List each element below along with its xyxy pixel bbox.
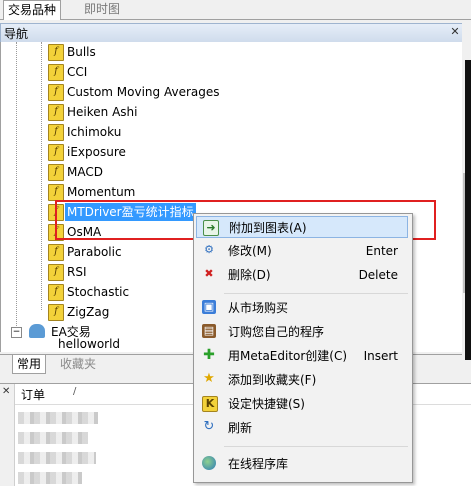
plus-icon: ✚ — [203, 347, 215, 363]
gear-icon: ⚙ — [204, 243, 214, 256]
navigator-title: 导航 — [4, 27, 29, 41]
menu-item-label: 从市场购买 — [228, 301, 289, 315]
ea-label: helloworld — [58, 337, 121, 351]
attach-to-chart-icon: ➜ — [203, 220, 219, 236]
indicator-label: Momentum — [67, 185, 136, 199]
tree-guide-line — [16, 42, 17, 338]
indicator-f-icon: f — [48, 84, 64, 101]
indicator-f-icon: f — [48, 244, 64, 261]
menu-separator — [224, 293, 408, 294]
top-tab-bar: 交易品种 即时图 — [0, 0, 471, 20]
indicator-f-icon: f — [48, 144, 64, 161]
ea-hat-icon — [29, 324, 45, 338]
orders-column-title[interactable]: 订单 — [21, 386, 45, 403]
order-row-blurred — [18, 412, 98, 424]
menu-item-label: 在线程序库 — [228, 457, 289, 471]
tree-guide-line — [41, 42, 42, 310]
indicator-label: Heiken Ashi — [67, 105, 138, 119]
indicator-f-icon: f — [48, 264, 64, 281]
indicator-f-icon: f — [48, 104, 64, 121]
menu-item-buy-from-market[interactable]: ▣ 从市场购买 — [196, 297, 408, 319]
menu-item-shortcut: Insert — [363, 349, 398, 363]
indicator-f-icon: f — [48, 184, 64, 201]
sort-indicator: / — [73, 386, 77, 397]
order-row-blurred — [18, 432, 88, 444]
menu-item-label: 设定快捷键(S) — [228, 397, 305, 411]
menu-item-order-program[interactable]: ▤ 订购您自己的程序 — [196, 321, 408, 343]
indicator-label: RSI — [67, 265, 87, 279]
indicator-label: Bulls — [67, 45, 96, 59]
menu-item-shortcut: Enter — [365, 244, 398, 258]
indicator-label: MACD — [67, 165, 103, 179]
tab-tick-chart[interactable]: 即时图 — [80, 0, 124, 18]
menu-item-delete[interactable]: ✖ 删除(D) Delete — [196, 264, 408, 286]
menu-item-shortcut: Delete — [358, 268, 398, 282]
close-icon[interactable]: ✕ — [449, 26, 461, 38]
tab-common[interactable]: 常用 — [12, 355, 47, 374]
indicator-f-icon: f — [48, 304, 64, 321]
indicator-f-icon: f — [48, 64, 64, 81]
menu-item-label: 修改(M) — [228, 244, 272, 258]
indicator-f-icon: f — [48, 164, 64, 181]
refresh-icon: ↻ — [203, 419, 215, 434]
indicator-label: iExposure — [67, 145, 126, 159]
menu-item-set-hotkey[interactable]: K 设定快捷键(S) — [196, 393, 408, 415]
briefcase-icon: ▤ — [202, 324, 216, 338]
menu-item-add-to-favorites[interactable]: ★ 添加到收藏夹(F) — [196, 369, 408, 391]
menu-separator — [224, 446, 408, 447]
indicator-f-icon: f — [48, 284, 64, 301]
menu-item-label: 附加到图表(A) — [229, 221, 307, 235]
market-bag-icon: ▣ — [202, 300, 216, 314]
menu-item-refresh[interactable]: ↻ 刷新 — [196, 417, 408, 439]
chart-edge — [465, 60, 471, 360]
globe-icon — [202, 456, 216, 470]
terminal-side-bar: ✕ — [0, 384, 15, 486]
delete-x-icon: ✖ — [204, 267, 214, 280]
indicator-label: ZigZag — [67, 305, 110, 319]
indicator-label: Custom Moving Averages — [67, 85, 220, 99]
indicator-f-icon: f — [48, 124, 64, 141]
menu-item-modify[interactable]: ⚙ 修改(M) Enter — [196, 240, 408, 262]
indicator-label: Parabolic — [67, 245, 122, 259]
indicator-label: Stochastic — [67, 285, 130, 299]
menu-item-create-in-metaeditor[interactable]: ✚ 用MetaEditor创建(C) Insert — [196, 345, 408, 367]
order-row-blurred — [18, 452, 96, 464]
hotkey-k-icon: K — [202, 396, 218, 412]
menu-item-attach-to-chart[interactable]: ➜ 附加到图表(A) — [196, 216, 408, 238]
menu-item-label: 订购您自己的程序 — [228, 325, 325, 339]
star-plus-icon: ★ — [203, 371, 215, 386]
order-row-blurred — [18, 472, 82, 484]
menu-item-label: 刷新 — [228, 421, 253, 435]
tab-symbols[interactable]: 交易品种 — [3, 0, 62, 20]
navigator-header: 导航 ✕ — [0, 23, 464, 43]
context-menu: ➜ 附加到图表(A) ⚙ 修改(M) Enter ✖ 删除(D) Delete … — [193, 213, 413, 483]
close-icon[interactable]: ✕ — [2, 386, 10, 397]
menu-item-label: 用MetaEditor创建(C) — [228, 349, 348, 363]
menu-item-online-library[interactable]: 在线程序库 — [196, 453, 408, 475]
collapse-toggle-icon[interactable]: − — [11, 327, 22, 338]
indicator-label: CCI — [67, 65, 88, 79]
tab-favorites[interactable]: 收藏夹 — [56, 355, 100, 373]
menu-item-label: 删除(D) — [228, 268, 271, 282]
indicator-f-icon: f — [48, 44, 64, 61]
menu-item-label: 添加到收藏夹(F) — [228, 373, 317, 387]
indicator-label: Ichimoku — [67, 125, 122, 139]
